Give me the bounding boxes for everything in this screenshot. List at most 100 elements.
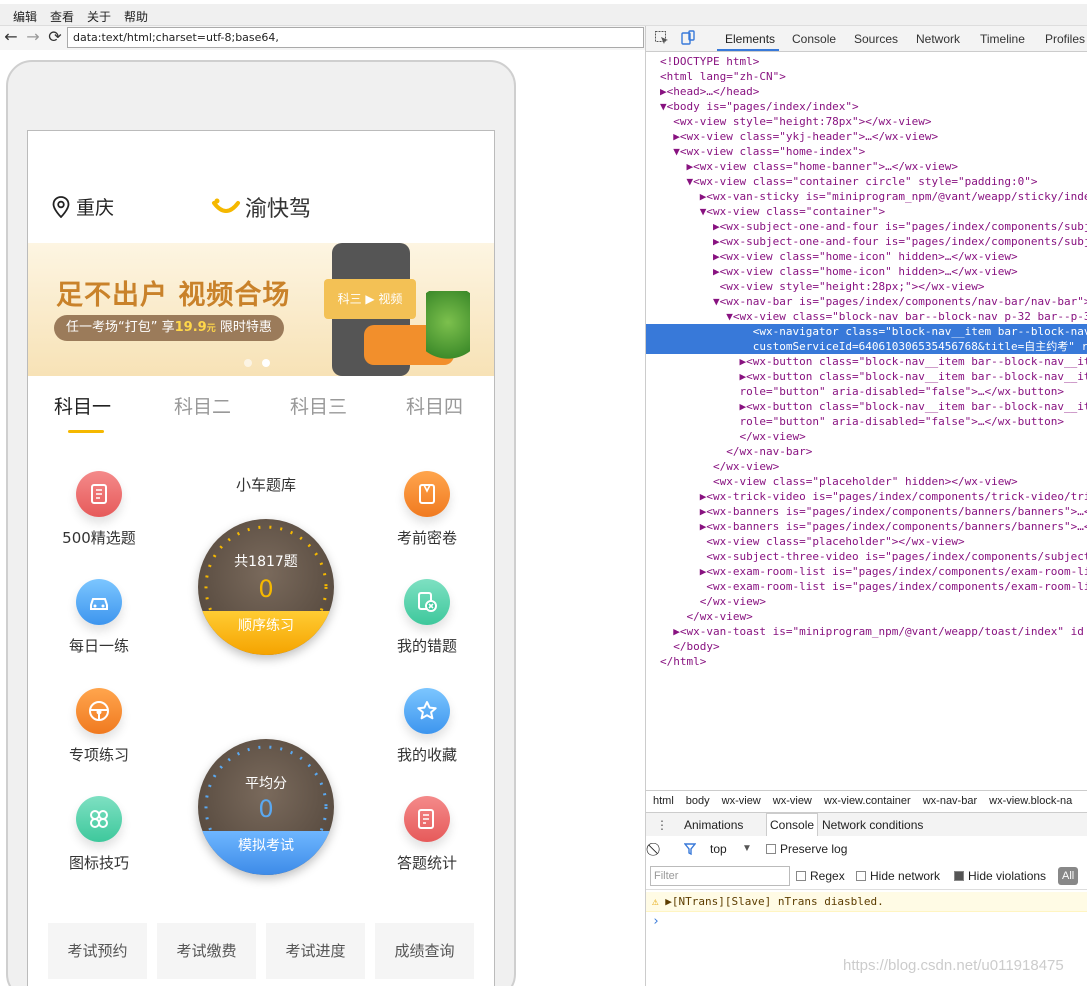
preserve-log-checkbox[interactable]: Preserve log xyxy=(766,838,847,860)
dom-tree-line[interactable]: role="button" aria-disabled="false">…</w… xyxy=(646,384,1087,399)
menu-help[interactable]: 帮助 xyxy=(111,4,148,25)
inspect-element-icon[interactable] xyxy=(654,30,670,46)
sequential-practice-dial[interactable]: 共1817题 0 顺序练习 xyxy=(198,519,334,655)
drawer-menu-icon[interactable]: ⋮ xyxy=(656,814,668,836)
dom-tree-line[interactable]: ▶<wx-view class="home-icon" hidden>…</wx… xyxy=(646,264,1087,279)
dom-tree-line[interactable]: <wx-view style="height:28px;"></wx-view> xyxy=(646,279,1087,294)
tab-subject-2[interactable]: 科目二 xyxy=(174,392,231,419)
dom-tree-line[interactable]: role="button" aria-disabled="false">…</w… xyxy=(646,414,1087,429)
score-query-button[interactable]: 成绩查询 xyxy=(375,923,474,979)
dom-tree-line[interactable]: ▶<wx-van-sticky is="miniprogram_npm/@van… xyxy=(646,189,1087,204)
dom-tree-line[interactable]: ▶<wx-subject-one-and-four is="pages/inde… xyxy=(646,234,1087,249)
dom-tree-line[interactable]: ▶<wx-subject-one-and-four is="pages/inde… xyxy=(646,219,1087,234)
grid-item-favorites[interactable]: 我的收藏 xyxy=(372,688,482,765)
grid-item-wrong-answers[interactable]: 我的错题 xyxy=(372,579,482,656)
dom-tree-line[interactable]: ▶<wx-view class="home-banner">…</wx-view… xyxy=(646,159,1087,174)
reload-icon[interactable]: ⟳ xyxy=(44,26,66,50)
dom-tree-line[interactable]: </wx-view> xyxy=(646,459,1087,474)
dom-tree-line[interactable]: ▼<wx-nav-bar is="pages/index/components/… xyxy=(646,294,1087,309)
menu-view[interactable]: 查看 xyxy=(37,4,74,25)
grid-item-selected-questions[interactable]: 500精选题 xyxy=(44,471,154,548)
console-filter-input[interactable]: Filter xyxy=(650,866,790,886)
dom-tree-line[interactable]: <wx-navigator class="block-nav__item bar… xyxy=(646,324,1087,339)
crumb-item[interactable]: wx-view xyxy=(722,795,761,807)
address-bar[interactable]: data:text/html;charset=utf-8;base64, xyxy=(67,27,644,48)
crumb-item[interactable]: wx-nav-bar xyxy=(923,795,977,807)
back-arrow-icon[interactable]: ← xyxy=(0,26,22,50)
exam-progress-button[interactable]: 考试进度 xyxy=(266,923,365,979)
drawer-tab-animations[interactable]: Animations xyxy=(684,814,743,836)
tab-subject-4[interactable]: 科目四 xyxy=(406,392,463,419)
drawer-tab-network-conditions[interactable]: Network conditions xyxy=(822,814,923,836)
pager-dot-active[interactable] xyxy=(262,359,270,367)
dom-tree-line[interactable]: ▶<wx-button class="block-nav__item bar--… xyxy=(646,354,1087,369)
dom-tree-line[interactable]: </wx-view> xyxy=(646,594,1087,609)
dom-tree-line[interactable]: ▶<wx-trick-video is="pages/index/compone… xyxy=(646,489,1087,504)
dom-tree-line[interactable]: ▼<body is="pages/index/index"> xyxy=(646,99,1087,114)
dom-tree-line[interactable]: ▶<wx-view class="home-icon" hidden>…</wx… xyxy=(646,249,1087,264)
dom-tree-line[interactable]: ▼<wx-view class="block-nav bar--block-na… xyxy=(646,309,1087,324)
mock-exam-dial[interactable]: 平均分 0 模拟考试 xyxy=(198,739,334,875)
warning-text[interactable]: ▶[NTrans][Slave] nTrans diasbled. xyxy=(665,895,884,908)
dom-tree-line[interactable]: </wx-nav-bar> xyxy=(646,444,1087,459)
tab-timeline[interactable]: Timeline xyxy=(980,32,1025,46)
tab-profiles[interactable]: Profiles xyxy=(1045,32,1085,46)
dom-tree-line[interactable]: customServiceId=640610306535456768&title… xyxy=(646,339,1087,354)
dom-tree-line[interactable]: </body> xyxy=(646,639,1087,654)
tab-console[interactable]: Console xyxy=(792,32,836,46)
tab-network[interactable]: Network xyxy=(916,32,960,46)
crumb-item[interactable]: wx-view xyxy=(773,795,812,807)
regex-checkbox[interactable]: Regex xyxy=(796,864,845,888)
dom-tree-line[interactable]: ▶<wx-banners is="pages/index/components/… xyxy=(646,504,1087,519)
menu-edit[interactable]: 编辑 xyxy=(0,4,37,25)
drawer-tab-console[interactable]: Console xyxy=(766,813,819,836)
crumb-item[interactable]: wx-view.block-na xyxy=(989,795,1072,807)
dom-tree-line[interactable]: ▶<wx-van-toast is="miniprogram_npm/@vant… xyxy=(646,624,1087,639)
hide-network-checkbox[interactable]: Hide network xyxy=(856,864,940,888)
context-dropdown-icon[interactable]: ▼ xyxy=(742,838,752,860)
all-levels-button[interactable]: All xyxy=(1058,867,1079,885)
context-selector[interactable]: top xyxy=(710,838,727,860)
exam-payment-button[interactable]: 考试缴费 xyxy=(157,923,256,979)
tab-subject-1[interactable]: 科目一 xyxy=(54,392,111,419)
crumb-item[interactable]: body xyxy=(686,795,710,807)
tab-sources[interactable]: Sources xyxy=(854,32,898,46)
dom-tree-line[interactable]: ▶<wx-button class="block-nav__item bar--… xyxy=(646,369,1087,384)
sequential-practice-button[interactable]: 顺序练习 xyxy=(198,611,334,655)
tab-elements[interactable]: Elements xyxy=(725,32,775,46)
dom-tree-line[interactable]: </wx-view> xyxy=(646,609,1087,624)
forward-arrow-icon[interactable]: → xyxy=(22,26,44,50)
menu-about[interactable]: 关于 xyxy=(74,4,111,25)
dom-tree-line[interactable]: <wx-exam-room-list is="pages/index/compo… xyxy=(646,579,1087,594)
dom-tree-line[interactable]: <wx-subject-three-video is="pages/index/… xyxy=(646,549,1087,564)
dom-tree-line[interactable]: ▼<wx-view class="home-index"> xyxy=(646,144,1087,159)
dom-tree-line[interactable]: ▶<head>…</head> xyxy=(646,84,1087,99)
dom-tree-line[interactable]: ▼<wx-view class="container circle" style… xyxy=(646,174,1087,189)
dom-tree-line[interactable]: ▶<wx-banners is="pages/index/components/… xyxy=(646,519,1087,534)
filter-funnel-icon[interactable] xyxy=(684,843,696,855)
dom-tree-line[interactable]: <wx-view class="placeholder" hidden></wx… xyxy=(646,474,1087,489)
tab-subject-3[interactable]: 科目三 xyxy=(290,392,347,419)
pager-dot[interactable] xyxy=(244,359,252,367)
dom-tree-line[interactable]: </wx-view> xyxy=(646,429,1087,444)
dom-tree-line[interactable]: <wx-view style="height:78px"></wx-view> xyxy=(646,114,1087,129)
exam-booking-button[interactable]: 考试预约 xyxy=(48,923,147,979)
grid-item-special-practice[interactable]: 专项练习 xyxy=(44,688,154,765)
dom-tree-line[interactable]: ▶<wx-button class="block-nav__item bar--… xyxy=(646,399,1087,414)
dom-tree-line[interactable]: ▼<wx-view class="container"> xyxy=(646,204,1087,219)
dom-tree-line[interactable]: </html> xyxy=(646,654,1087,669)
dom-tree-line[interactable]: <!DOCTYPE html> xyxy=(646,54,1087,69)
console-prompt[interactable]: › xyxy=(652,914,660,929)
crumb-item[interactable]: wx-view.container xyxy=(824,795,911,807)
crumb-item[interactable]: html xyxy=(653,795,674,807)
grid-item-sign-tips[interactable]: 图标技巧 xyxy=(44,796,154,873)
city-selector[interactable]: 重庆 xyxy=(52,193,114,220)
grid-item-statistics[interactable]: 答题统计 xyxy=(372,796,482,873)
grid-item-final-papers[interactable]: 考前密卷 xyxy=(372,471,482,548)
mock-exam-button[interactable]: 模拟考试 xyxy=(198,831,334,875)
device-mode-icon[interactable] xyxy=(680,30,696,46)
grid-item-daily-practice[interactable]: 每日一练 xyxy=(44,579,154,656)
dom-tree-line[interactable]: ▶<wx-exam-room-list is="pages/index/comp… xyxy=(646,564,1087,579)
dom-tree-line[interactable]: ▶<wx-view class="ykj-header">…</wx-view> xyxy=(646,129,1087,144)
dom-tree-line[interactable]: <wx-view class="placeholder"></wx-view> xyxy=(646,534,1087,549)
